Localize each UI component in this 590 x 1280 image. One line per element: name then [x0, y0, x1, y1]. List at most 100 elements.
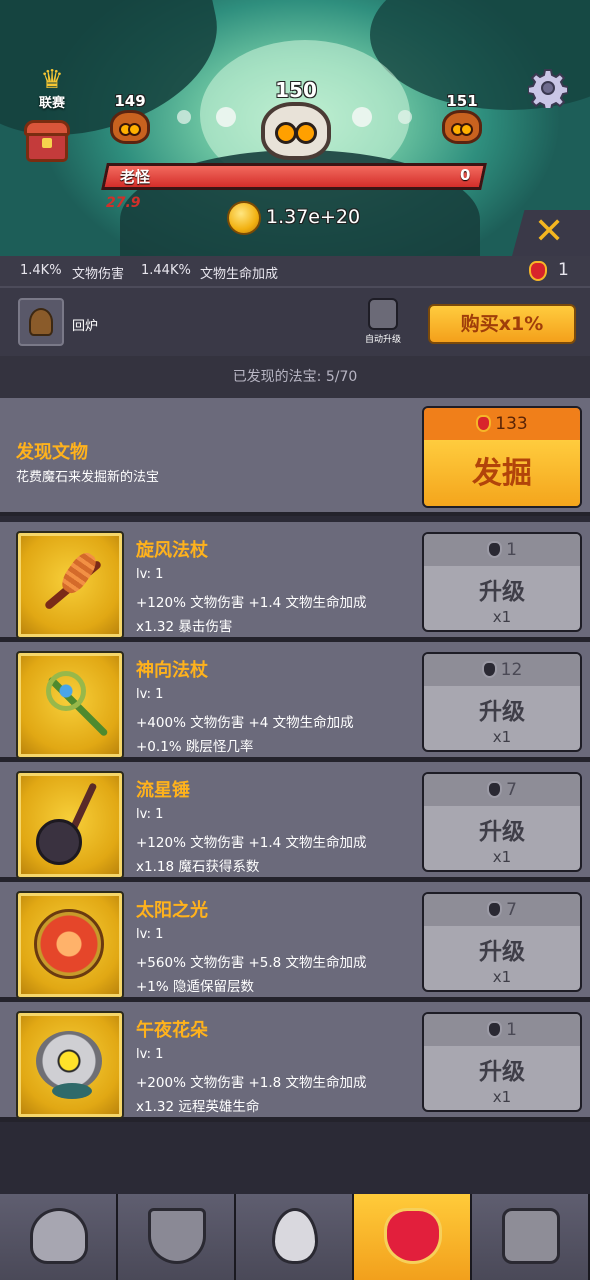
relic-level: lv: 1	[136, 567, 164, 582]
boss-skull-icon	[261, 102, 331, 160]
upgrade-button[interactable]: 1 升级 x1	[422, 1012, 582, 1112]
upgrade-label: 升级	[479, 1059, 525, 1085]
upgrade-multiplier: x1	[492, 608, 512, 626]
relic-life-label: 文物生命加成	[200, 267, 279, 282]
relic-frame[interactable]	[16, 891, 124, 999]
auto-upgrade-lock-icon	[368, 298, 398, 330]
relic-name: 流星锤	[136, 780, 190, 801]
stage-dot	[352, 107, 372, 127]
stage-next: 151	[436, 92, 488, 144]
relic-row: 午夜花朵 lv: 1 +200% 文物伤害 +1.8 文物生命加成 x1.32 …	[0, 1002, 590, 1122]
relic-row: 旋风法杖 lv: 1 +120% 文物伤害 +1.4 文物生命加成 x1.32 …	[0, 522, 590, 642]
furnace-button[interactable]	[18, 298, 64, 346]
ruby-icon	[384, 1208, 442, 1264]
furnace-row: 回炉 自动升级 购买x1%	[0, 286, 590, 356]
boss-name: 老怪	[120, 168, 151, 186]
upgrade-multiplier: x1	[492, 1088, 512, 1106]
magic-stone-count: 1	[558, 260, 569, 280]
magic-stone-icon	[487, 1021, 503, 1038]
settings-gear-icon[interactable]	[528, 68, 568, 108]
auto-upgrade-label: 自动升级	[364, 335, 401, 345]
stage-prev-number: 149	[114, 92, 146, 110]
boss-hp-value: 0	[460, 166, 471, 184]
discover-subtitle: 花费魔石来发掘新的法宝	[16, 470, 160, 485]
helmet-icon	[29, 308, 53, 336]
relic-effect: +120% 文物伤害 +1.4 文物生命加成	[136, 595, 367, 611]
tab-heroes[interactable]	[0, 1194, 118, 1280]
relic-damage-value: 1.4K%	[20, 263, 62, 278]
discover-relic-panel: 发现文物 花费魔石来发掘新的法宝 133 发掘	[0, 398, 590, 516]
gold-amount: 1.37e+20	[266, 206, 361, 228]
upgrade-cost: 7	[506, 780, 517, 800]
dig-button[interactable]: 133 发掘	[422, 406, 582, 508]
shield-icon	[148, 1208, 206, 1264]
upgrade-multiplier: x1	[492, 848, 512, 866]
magic-stone-icon	[529, 261, 547, 281]
stage-dot	[216, 107, 236, 127]
tab-pets[interactable]	[236, 1194, 354, 1280]
skull-icon	[442, 110, 482, 144]
dig-cost: 133	[495, 414, 528, 434]
stage-next-number: 151	[446, 92, 478, 110]
relic-name: 神向法杖	[136, 660, 208, 681]
tab-equipment[interactable]	[118, 1194, 236, 1280]
upgrade-button[interactable]: 12 升级 x1	[422, 652, 582, 752]
stage-current: 150	[255, 78, 337, 160]
relic-level: lv: 1	[136, 687, 164, 702]
relic-frame[interactable]	[16, 531, 124, 639]
crown-icon: ♛	[40, 65, 64, 95]
damage-number: 27.9	[106, 195, 141, 211]
tab-shop[interactable]	[472, 1194, 590, 1280]
upgrade-cost: 7	[506, 900, 517, 920]
relic-life-value: 1.44K%	[141, 263, 191, 278]
relic-level: lv: 1	[136, 927, 164, 942]
relic-frame[interactable]	[16, 771, 124, 879]
boss-hp-bar	[101, 163, 487, 190]
relic-effect: +1% 隐遁保留层数	[136, 979, 255, 995]
relic-name: 太阳之光	[136, 900, 208, 921]
magic-stone-icon	[487, 541, 503, 558]
egg-icon	[272, 1208, 318, 1264]
relic-effect: x1.32 暴击伤害	[136, 619, 233, 635]
stage-dot	[177, 110, 191, 124]
upgrade-cost: 1	[506, 1020, 517, 1040]
bottom-nav	[0, 1194, 590, 1280]
tab-relics[interactable]	[354, 1194, 472, 1280]
relic-effect: +120% 文物伤害 +1.4 文物生命加成	[136, 835, 367, 851]
upgrade-button[interactable]: 7 升级 x1	[422, 892, 582, 992]
relic-effect: +0.1% 跳层怪几率	[136, 739, 254, 755]
midnight-flower-icon	[36, 1031, 102, 1091]
upgrade-button[interactable]: 1 升级 x1	[422, 532, 582, 632]
sunlight-orb-icon	[34, 909, 104, 979]
skull-icon	[110, 110, 150, 144]
relic-name: 旋风法杖	[136, 540, 208, 561]
magic-stone-icon	[487, 781, 503, 798]
dig-label: 发掘	[424, 440, 580, 506]
discover-title: 发现文物	[16, 442, 88, 463]
league-button[interactable]: ♛ 联赛	[30, 65, 74, 111]
auto-upgrade-button[interactable]: 自动升级	[360, 298, 406, 345]
discovered-count: 已发现的法宝: 5/70	[0, 356, 590, 398]
magic-stone-icon	[476, 415, 492, 432]
magic-stone-icon	[481, 661, 497, 678]
relic-effect: +560% 文物伤害 +5.8 文物生命加成	[136, 955, 367, 971]
buy-button[interactable]: 购买x1%	[428, 304, 576, 344]
upgrade-button[interactable]: 7 升级 x1	[422, 772, 582, 872]
league-label: 联赛	[38, 96, 65, 111]
upgrade-cost: 12	[500, 660, 523, 680]
relic-effect: x1.18 魔石获得系数	[136, 859, 260, 875]
relic-row: 流星锤 lv: 1 +120% 文物伤害 +1.4 文物生命加成 x1.18 魔…	[0, 762, 590, 882]
helmet-icon	[30, 1208, 88, 1264]
relic-damage-label: 文物伤害	[72, 267, 125, 282]
relic-name: 午夜花朵	[136, 1020, 208, 1041]
relic-frame[interactable]	[16, 651, 124, 759]
relic-row: 神向法杖 lv: 1 +400% 文物伤害 +4 文物生命加成 +0.1% 跳层…	[0, 642, 590, 762]
upgrade-label: 升级	[479, 939, 525, 965]
upgrade-multiplier: x1	[492, 728, 512, 746]
upgrade-label: 升级	[479, 579, 525, 605]
upgrade-label: 升级	[479, 819, 525, 845]
close-icon[interactable]: ✕	[534, 212, 564, 252]
stage-prev: 149	[104, 92, 156, 144]
relic-frame[interactable]	[16, 1011, 124, 1119]
treasure-chest-button[interactable]	[22, 118, 72, 164]
